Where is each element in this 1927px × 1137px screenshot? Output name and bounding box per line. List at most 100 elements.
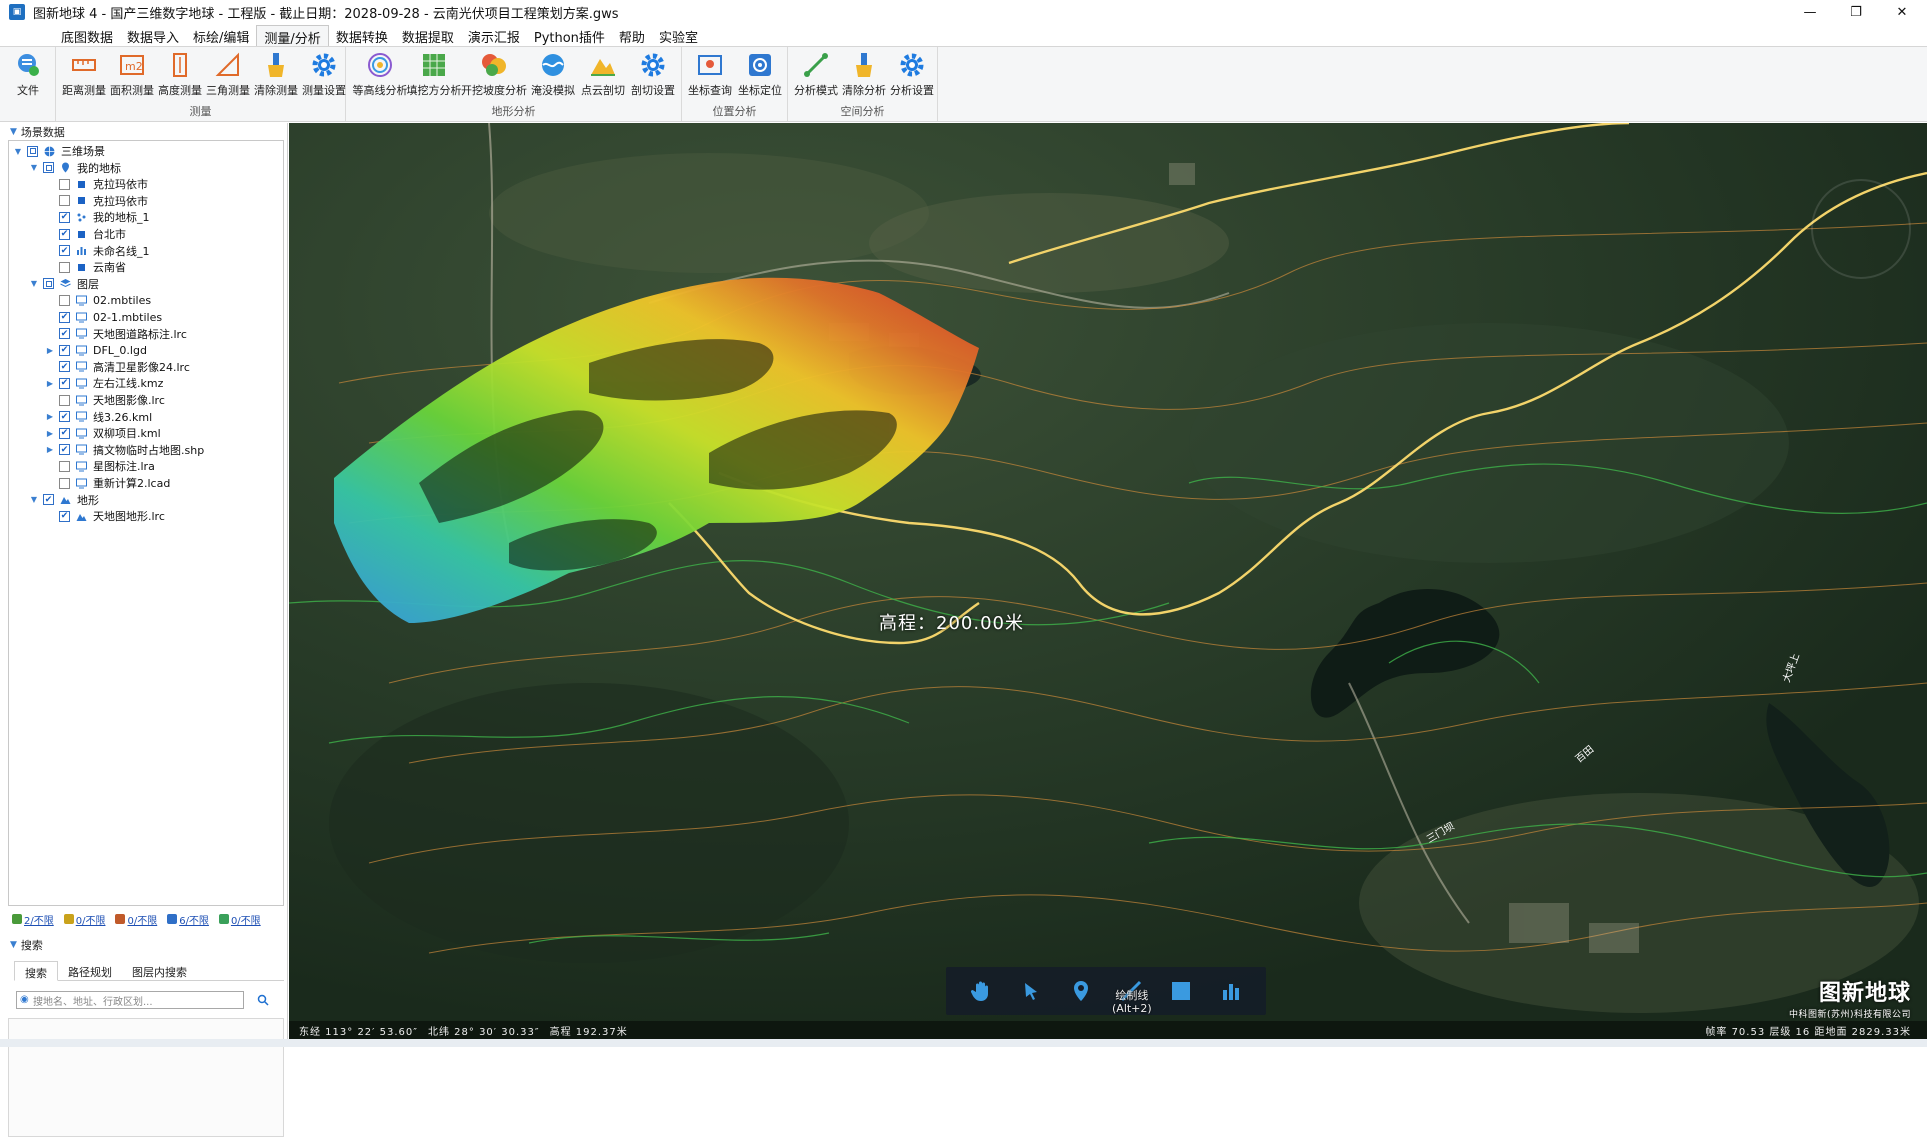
layer-checkbox[interactable]: ✔: [59, 211, 70, 223]
measure-settings-button[interactable]: 测量设置: [300, 49, 348, 99]
tab-search[interactable]: 搜索: [14, 961, 58, 981]
tree-node[interactable]: ▶ ✔ 左右江线.kmz: [45, 375, 163, 391]
analysis-mode-button[interactable]: 分析模式: [792, 49, 840, 99]
layer-checkbox[interactable]: [59, 178, 70, 190]
expand-closed-icon[interactable]: ▶: [45, 345, 55, 355]
layer-checkbox[interactable]: [43, 278, 54, 290]
coord-locate-button[interactable]: 坐标定位: [736, 49, 784, 99]
tree-node[interactable]: ▶ ✔ 双柳项目.kml: [45, 425, 161, 441]
clear-measure-button[interactable]: 清除测量: [252, 49, 300, 99]
placemark-pin-icon[interactable]: [1068, 978, 1094, 1004]
expand-closed-icon[interactable]: ▶: [45, 378, 55, 388]
search-header[interactable]: ▼ 搜索: [0, 937, 288, 953]
tab-layer-search[interactable]: 图层内搜索: [122, 961, 197, 980]
menu-convert[interactable]: 数据转换: [329, 25, 395, 46]
tree-node[interactable]: 云南省: [45, 259, 126, 275]
tree-node[interactable]: ✔ 02-1.mbtiles: [45, 309, 162, 325]
tree-node[interactable]: ▼ 图层: [29, 276, 99, 292]
triangle-measure-button[interactable]: 三角测量: [204, 49, 252, 99]
select-arrow-icon[interactable]: [1018, 978, 1044, 1004]
flood-sim-button[interactable]: 淹没模拟: [528, 49, 578, 99]
layer-checkbox[interactable]: [59, 261, 70, 273]
layer-checkbox[interactable]: ✔: [59, 245, 70, 257]
layer-checkbox[interactable]: ✔: [59, 510, 70, 522]
search-icon[interactable]: [254, 991, 272, 1009]
tree-node[interactable]: 天地图影像.lrc: [45, 392, 165, 408]
layer-checkbox[interactable]: ✔: [59, 311, 70, 323]
tree-node[interactable]: ✔ 天地图地形.lrc: [45, 508, 165, 524]
menu-help[interactable]: 帮助: [612, 25, 652, 46]
layer-checkbox[interactable]: ✔: [43, 494, 54, 506]
layer-checkbox[interactable]: ✔: [59, 361, 70, 373]
search-input[interactable]: ◉ 搜地名、地址、行政区划...: [16, 991, 244, 1009]
expand-closed-icon[interactable]: ▶: [45, 445, 55, 455]
pointcloud-cut-button[interactable]: 点云剖切: [578, 49, 628, 99]
area-measure-button[interactable]: m2 面积测量: [108, 49, 156, 99]
layer-checkbox[interactable]: ✔: [59, 444, 70, 456]
stat-item[interactable]: 0/不限: [115, 912, 157, 927]
tree-node[interactable]: 重新计算2.lcad: [45, 475, 170, 491]
layer-checkbox[interactable]: [59, 294, 70, 306]
menu-extract[interactable]: 数据提取: [395, 25, 461, 46]
tree-node[interactable]: ✔ 高清卫星影像24.lrc: [45, 359, 190, 375]
cut-settings-button[interactable]: 剖切设置: [628, 49, 678, 99]
expand-open-icon[interactable]: ▼: [29, 163, 39, 173]
tree-node[interactable]: ✔ 台北市: [45, 226, 126, 242]
contour-analysis-button[interactable]: 等高线分析: [353, 49, 408, 99]
menu-basemap[interactable]: 底图数据: [54, 25, 120, 46]
tab-route[interactable]: 路径规划: [58, 961, 122, 980]
expand-closed-icon[interactable]: ▶: [45, 412, 55, 422]
layer-checkbox[interactable]: ✔: [59, 377, 70, 389]
expand-open-icon[interactable]: ▼: [13, 146, 23, 156]
restore-button[interactable]: ❐: [1833, 0, 1879, 24]
expand-open-icon[interactable]: ▼: [29, 279, 39, 289]
map-view[interactable]: 大坪上 三门坝 百田 高程：200.00米 绘制线 (Alt+2) 图新地球 中…: [289, 123, 1927, 1039]
compass-ring[interactable]: [1811, 179, 1911, 279]
layer-checkbox[interactable]: [59, 460, 70, 472]
layer-checkbox[interactable]: [59, 477, 70, 489]
tree-node[interactable]: ✔ 未命名线_1: [45, 243, 150, 259]
menu-measure-analysis[interactable]: 测量/分析: [256, 25, 329, 47]
tree-node[interactable]: ✔ 我的地标_1: [45, 209, 150, 225]
minimize-button[interactable]: —: [1787, 0, 1833, 24]
tree-node[interactable]: 星图标注.lra: [45, 458, 155, 474]
tree-node[interactable]: ✔ 天地图道路标注.lrc: [45, 326, 187, 342]
tree-node[interactable]: ▼ 三维场景: [13, 143, 105, 159]
tree-node[interactable]: 克拉玛依市: [45, 193, 148, 209]
tree-node[interactable]: 02.mbtiles: [45, 292, 151, 308]
expand-closed-icon[interactable]: ▶: [45, 428, 55, 438]
distance-measure-button[interactable]: 距离测量: [60, 49, 108, 99]
stat-item[interactable]: 6/不限: [167, 912, 209, 927]
tree-node[interactable]: 克拉玛依市: [45, 176, 148, 192]
chart-icon[interactable]: [1218, 978, 1244, 1004]
stat-item[interactable]: 2/不限: [12, 912, 54, 927]
file-button[interactable]: 文件: [4, 49, 52, 99]
close-button[interactable]: ✕: [1879, 0, 1925, 24]
layer-checkbox[interactable]: ✔: [59, 427, 70, 439]
menu-lab[interactable]: 实验室: [652, 25, 705, 46]
layer-checkbox[interactable]: [27, 145, 38, 157]
layer-checkbox[interactable]: ✔: [59, 328, 70, 340]
tree-node[interactable]: ▼ ✔ 地形: [29, 492, 99, 508]
stat-item[interactable]: 0/不限: [63, 912, 105, 927]
layer-checkbox[interactable]: ✔: [59, 344, 70, 356]
layer-checkbox[interactable]: ✔: [59, 411, 70, 423]
menu-plot-edit[interactable]: 标绘/编辑: [186, 25, 256, 46]
layer-checkbox[interactable]: ✔: [59, 228, 70, 240]
tree-node[interactable]: ▶ ✔ 线3.26.kml: [45, 409, 152, 425]
stat-item[interactable]: 0/不限: [218, 912, 261, 927]
menu-python[interactable]: Python插件: [527, 25, 612, 46]
slope-analysis-button[interactable]: 开挖坡度分析: [461, 49, 527, 99]
pan-hand-icon[interactable]: [968, 978, 994, 1004]
draw-polygon-icon[interactable]: [1168, 978, 1194, 1004]
menu-presentation[interactable]: 演示汇报: [461, 25, 527, 46]
expand-open-icon[interactable]: ▼: [29, 495, 39, 505]
coord-query-button[interactable]: 坐标查询: [686, 49, 734, 99]
layer-checkbox[interactable]: [59, 195, 70, 207]
cut-fill-button[interactable]: 填挖方分析: [407, 49, 462, 99]
tree-node[interactable]: ▶ ✔ DFL_0.lgd: [45, 342, 147, 358]
layer-checkbox[interactable]: [59, 394, 70, 406]
layer-checkbox[interactable]: [43, 162, 54, 174]
menu-import[interactable]: 数据导入: [120, 25, 186, 46]
height-measure-button[interactable]: 高度测量: [156, 49, 204, 99]
